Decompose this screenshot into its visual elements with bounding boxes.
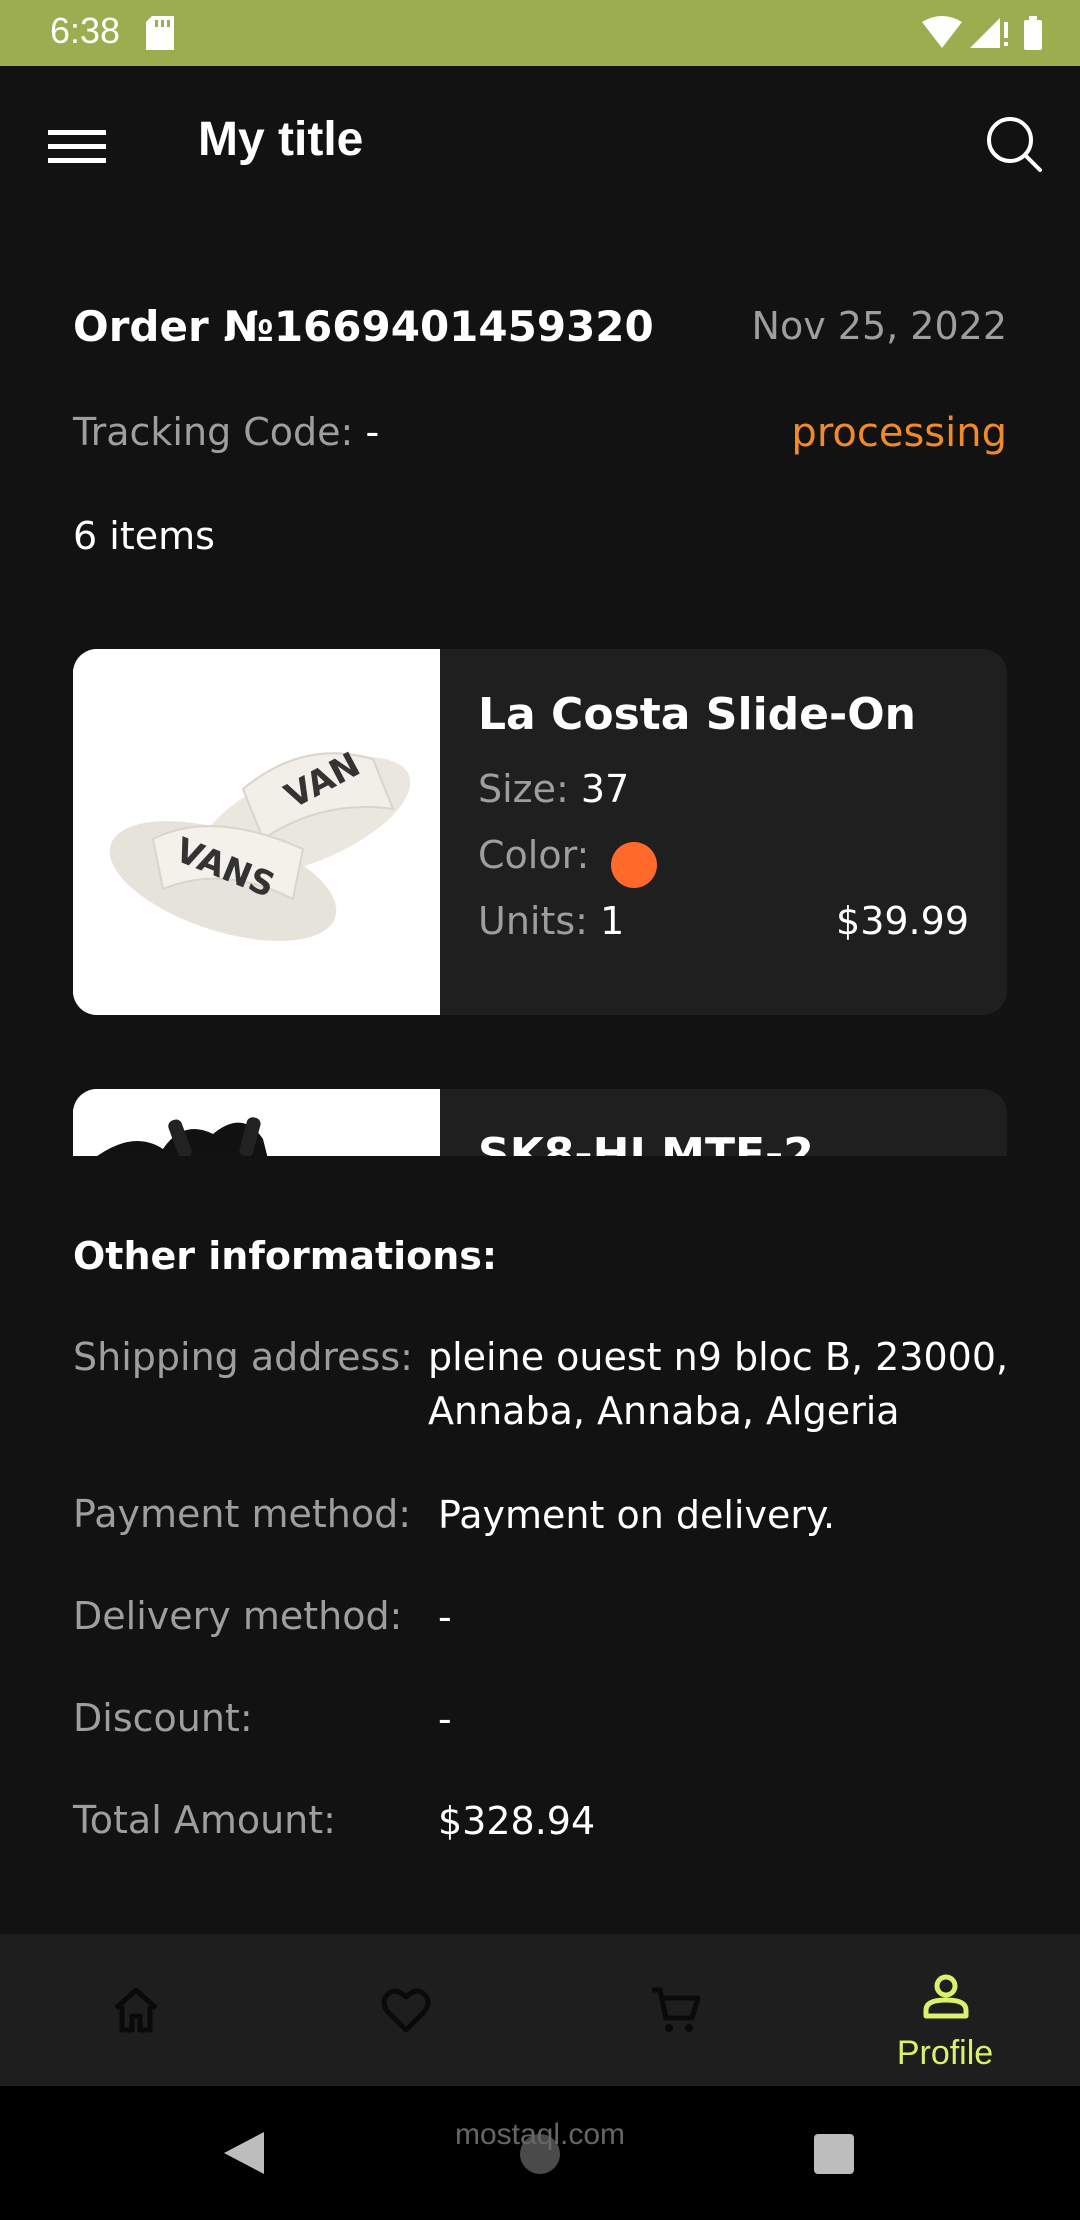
delivery-method-label: Delivery method: [73, 1594, 403, 1638]
product-image-slides: VAN VANS [73, 649, 440, 1015]
status-icons [922, 16, 1042, 50]
product-card[interactable]: VAN VANS La Costa Slide-On Size: 37 Colo… [73, 649, 1007, 1015]
delivery-method-value: - [438, 1595, 452, 1639]
size-label: Size: [478, 767, 569, 811]
nav-profile[interactable]: Profile [810, 1934, 1080, 2086]
product-size: Size: 37 [478, 767, 629, 811]
order-date: Nov 25, 2022 [751, 304, 1007, 348]
system-nav-bar: mostaql.com [0, 2086, 1080, 2220]
nav-favorites[interactable] [270, 1934, 540, 2086]
other-info-title: Other informations: [73, 1234, 498, 1278]
product-color: Color: [478, 833, 589, 877]
search-icon[interactable] [984, 114, 1044, 174]
signal-icon [970, 18, 1000, 48]
product-name: SK8-HI MTE-2 [478, 1129, 814, 1156]
total-amount-label: Total Amount: [73, 1798, 336, 1842]
wifi-icon [922, 16, 962, 48]
order-number: Order №1669401459320 [73, 302, 654, 351]
product-image-sneaker [73, 1089, 440, 1156]
battery-icon [1024, 20, 1042, 50]
tracking-label: Tracking Code: [73, 410, 354, 454]
color-swatch [611, 842, 657, 888]
shipping-address-label: Shipping address: [73, 1335, 413, 1379]
product-price: $39.99 [836, 899, 969, 943]
order-status: processing [791, 410, 1007, 456]
payment-method-value: Payment on delivery. [438, 1493, 836, 1537]
sd-card-icon [146, 16, 174, 50]
units-label: Units: [478, 899, 588, 943]
status-bar: 6:38 [0, 0, 1080, 66]
nav-profile-label: Profile [896, 2034, 994, 2072]
total-amount-value: $328.94 [438, 1799, 596, 1843]
tracking-value: - [365, 410, 380, 454]
discount-label: Discount: [73, 1696, 253, 1740]
cart-icon [652, 1987, 701, 2032]
nav-home[interactable] [0, 1934, 270, 2086]
nav-cart[interactable] [540, 1934, 810, 2086]
items-count: 6 items [73, 514, 215, 558]
menu-icon[interactable] [48, 126, 106, 166]
page-title: My title [198, 113, 364, 166]
heart-icon [381, 1988, 431, 2033]
product-card[interactable]: SK8-HI MTE-2 [73, 1089, 1007, 1156]
watermark: mostaql.com [454, 2118, 626, 2151]
product-name: La Costa Slide-On [478, 689, 916, 740]
order-details-scroll[interactable]: Order №1669401459320 Nov 25, 2022 Tracki… [0, 226, 1080, 1156]
color-label: Color: [478, 833, 590, 877]
home-icon [114, 1987, 158, 2033]
status-time: 6:38 [50, 10, 121, 51]
units-value: 1 [600, 899, 625, 943]
discount-value: - [438, 1697, 452, 1741]
person-icon [923, 1974, 969, 2019]
tracking-code: Tracking Code: - [73, 410, 379, 454]
size-value: 37 [580, 767, 630, 811]
bottom-nav: Profile [0, 1934, 1080, 2086]
shipping-address-value: pleine ouest n9 bloc B, 23000, Annaba, A… [428, 1335, 1009, 1433]
payment-method-label: Payment method: [73, 1492, 411, 1536]
product-units: Units: 1 [478, 899, 624, 943]
app-bar: My title [0, 66, 1080, 226]
